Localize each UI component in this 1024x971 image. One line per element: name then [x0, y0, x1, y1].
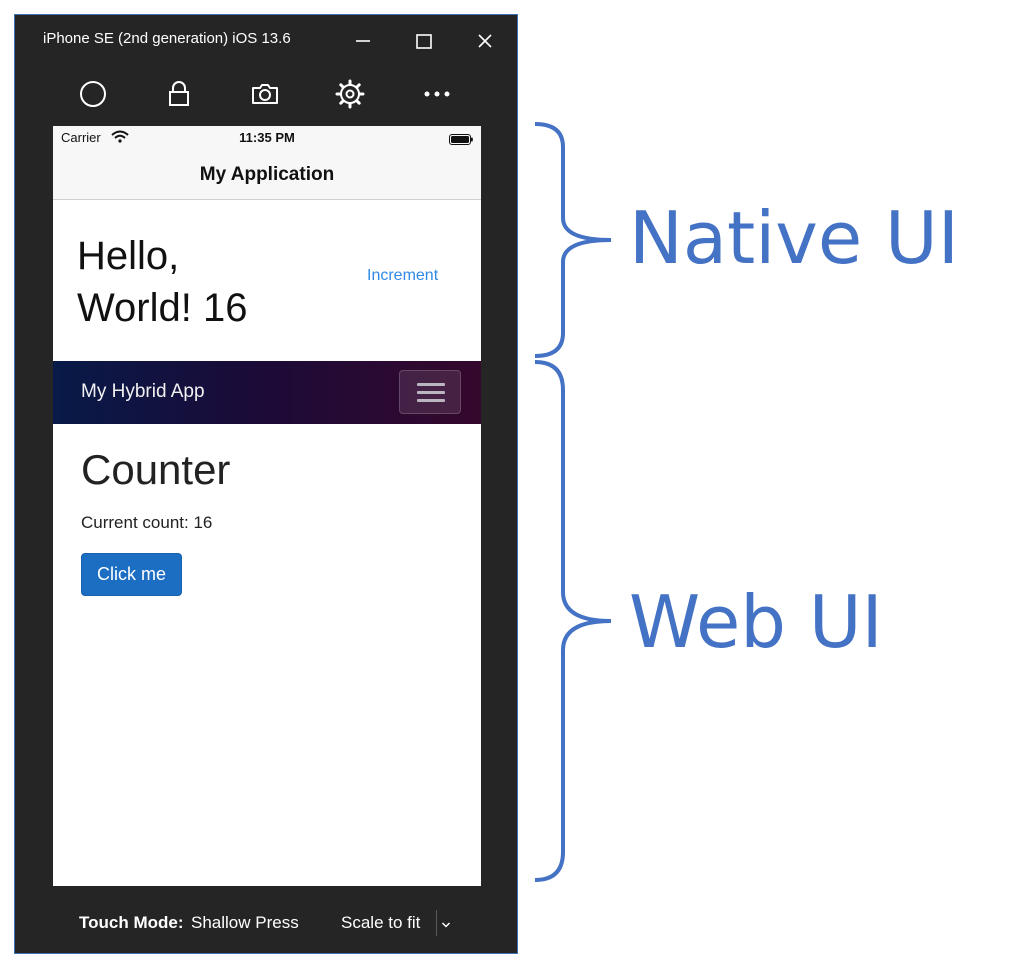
native-ui-bracket: [534, 122, 612, 358]
hamburger-menu-button[interactable]: [399, 370, 461, 414]
current-count-text: Current count: 16: [81, 513, 213, 532]
touch-mode-label: Touch Mode:: [79, 913, 184, 932]
page-title: My Application: [199, 164, 335, 185]
simulator-toolbar: [15, 73, 517, 113]
more-icon[interactable]: [420, 77, 454, 111]
simulator-bottom-bar: Touch Mode: Shallow Press Scale to fit: [15, 895, 517, 950]
greeting-line-2: World! 16: [77, 286, 248, 330]
greeting-label: Hello, World! 16: [77, 230, 317, 334]
native-section: Hello, World! 16 Increment: [53, 200, 481, 361]
hamburger-line: [417, 399, 445, 402]
hamburger-line: [417, 391, 445, 394]
title-bar: iPhone SE (2nd generation) iOS 13.6: [15, 15, 517, 65]
status-time: 11:35 PM: [239, 130, 295, 145]
simulator-window: iPhone SE (2nd generation) iOS 13.6 Carr…: [14, 14, 518, 954]
increment-button[interactable]: Increment: [367, 267, 438, 285]
touch-mode-value[interactable]: Shallow Press: [191, 913, 299, 933]
scale-dropdown[interactable]: Scale to fit: [341, 913, 420, 933]
web-brand-link[interactable]: My Hybrid App: [81, 381, 205, 403]
web-navbar: My Hybrid App: [53, 361, 481, 424]
close-icon[interactable]: [471, 27, 499, 55]
greeting-line-1: Hello,: [77, 234, 180, 278]
gear-icon[interactable]: [333, 77, 367, 111]
divider: [436, 910, 437, 936]
web-content: Counter Current count: 16 Click me: [53, 424, 481, 886]
device-screen: Carrier 11:35 PM My Application Hello, W…: [53, 126, 481, 886]
home-icon[interactable]: [76, 77, 110, 111]
chevron-down-icon[interactable]: [441, 917, 451, 928]
window-title: iPhone SE (2nd generation) iOS 13.6: [43, 30, 291, 47]
hamburger-line: [417, 383, 445, 386]
camera-icon[interactable]: [248, 77, 282, 111]
ios-status-bar: Carrier 11:35 PM: [53, 126, 481, 148]
ios-navigation-bar: My Application: [53, 148, 481, 200]
counter-heading: Counter: [81, 446, 231, 493]
battery-icon: [449, 132, 473, 145]
native-ui-annotation: Native UI: [629, 196, 959, 280]
click-me-button[interactable]: Click me: [81, 553, 182, 596]
maximize-icon[interactable]: [410, 27, 438, 55]
minimize-icon[interactable]: [349, 27, 377, 55]
web-ui-bracket: [534, 360, 612, 882]
lock-icon[interactable]: [162, 77, 196, 111]
web-ui-annotation: Web UI: [629, 580, 883, 664]
